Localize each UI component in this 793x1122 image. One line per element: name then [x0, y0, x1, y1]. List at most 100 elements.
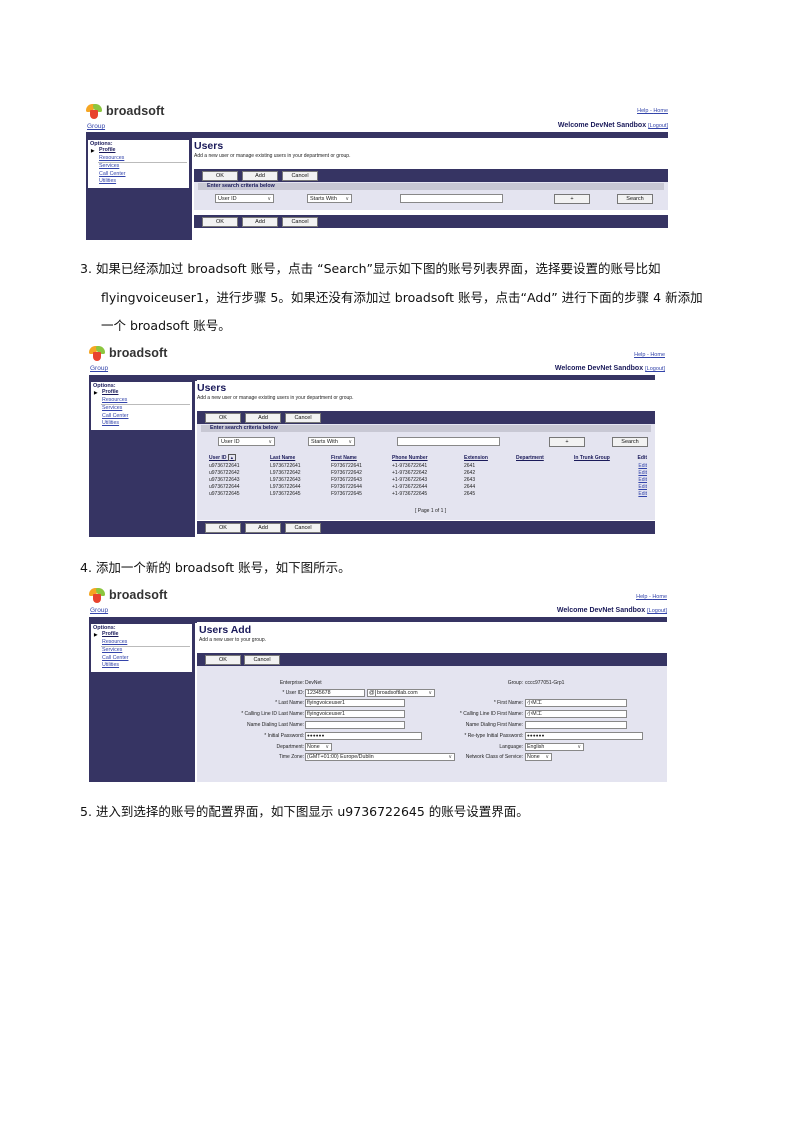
group-link[interactable]: Group	[90, 607, 108, 614]
user-add-form: Enterprise: DevNet Group: cccc977051-Grp…	[197, 666, 667, 782]
enterprise-label: Enterprise:	[279, 680, 304, 686]
help-link[interactable]: Help	[636, 594, 647, 600]
help-link[interactable]: Help	[637, 108, 648, 114]
cancel-button[interactable]: Cancel	[282, 171, 318, 181]
edit-link[interactable]: Edit	[629, 469, 647, 476]
add-button[interactable]: Add	[245, 523, 281, 533]
option-profile[interactable]: Profile	[93, 389, 190, 397]
option-services[interactable]: Services	[90, 163, 187, 171]
column-first-name[interactable]: First Name	[331, 454, 392, 462]
option-profile[interactable]: Profile	[90, 147, 187, 155]
option-resources[interactable]: Resources	[93, 639, 190, 647]
column-in-trunk-group[interactable]: In Trunk Group	[574, 454, 629, 462]
option-services[interactable]: Services	[93, 405, 190, 413]
home-link[interactable]: Home	[650, 352, 665, 358]
options-panel: Options: Profile Resources Services Call…	[90, 623, 193, 673]
user-id-input[interactable]: 12345678	[305, 689, 365, 697]
option-call-center[interactable]: Call Center	[93, 655, 190, 663]
first-name-input[interactable]: 小M工	[525, 699, 627, 707]
edit-link[interactable]: Edit	[629, 476, 647, 483]
table-row: u9736722644 L9736722644 F9736722644 +1-9736…	[209, 484, 647, 491]
column-extension[interactable]: Extension	[464, 454, 516, 462]
ok-button[interactable]: OK	[205, 413, 241, 423]
group-link[interactable]: Group	[90, 365, 108, 372]
cl-last-name-label: * Calling Line ID Last Name:	[241, 711, 304, 717]
search-button[interactable]: Search	[612, 437, 648, 447]
cl-first-name-input[interactable]: 小M工	[525, 710, 627, 718]
cancel-button[interactable]: Cancel	[244, 655, 280, 665]
welcome-text: Welcome DevNet Sandbox [Logout]	[557, 122, 668, 129]
search-input[interactable]	[397, 437, 500, 446]
option-call-center[interactable]: Call Center	[93, 413, 190, 421]
password-input[interactable]: ●●●●●●	[305, 732, 422, 740]
ok-button[interactable]: OK	[202, 217, 238, 227]
timezone-label: Time Zone:	[278, 754, 304, 760]
search-button[interactable]: Search	[617, 194, 653, 204]
users-screen-list: broadsoft Help - Home Group Welcome DevN…	[89, 345, 667, 539]
password-label: * Initial Password:	[264, 733, 304, 739]
edit-link[interactable]: Edit	[629, 484, 647, 491]
search-panel: Enter search criteria below User ID ∨ Sta…	[197, 424, 655, 520]
domain-select[interactable]: broadsoftlab.com ∨	[375, 689, 435, 697]
search-input[interactable]	[400, 194, 503, 203]
edit-link[interactable]: Edit	[629, 491, 647, 498]
option-utilities[interactable]: Utilities	[90, 178, 187, 186]
column-last-name[interactable]: Last Name	[270, 454, 331, 462]
add-button[interactable]: Add	[245, 413, 281, 423]
search-field-select[interactable]: User ID ∨	[215, 194, 274, 203]
ncos-select[interactable]: None ∨	[525, 753, 552, 761]
option-resources[interactable]: Resources	[90, 155, 187, 163]
button-bar-bottom: OK Add Cancel	[194, 215, 668, 228]
page-subtitle: Add a new user or manage existing users …	[197, 395, 354, 401]
broadsoft-logo-icon	[89, 345, 105, 361]
first-name-label: * First Name:	[493, 700, 523, 706]
column-user-id[interactable]: User ID ▲	[209, 454, 270, 462]
page-title: Users	[197, 382, 227, 394]
add-button[interactable]: Add	[242, 217, 278, 227]
option-utilities[interactable]: Utilities	[93, 420, 190, 428]
nd-first-name-input[interactable]	[525, 721, 627, 729]
home-link[interactable]: Home	[652, 594, 667, 600]
home-link[interactable]: Home	[653, 108, 668, 114]
chevron-down-icon: ∨	[267, 196, 271, 202]
option-profile[interactable]: Profile	[93, 631, 190, 639]
cancel-button[interactable]: Cancel	[285, 413, 321, 423]
ok-button[interactable]: OK	[202, 171, 238, 181]
broadsoft-logo: broadsoft	[86, 103, 165, 119]
logout-link[interactable]: [Logout]	[647, 608, 667, 614]
logout-link[interactable]: [Logout]	[648, 123, 668, 129]
add-criteria-button[interactable]: +	[554, 194, 590, 204]
ok-button[interactable]: OK	[205, 523, 241, 533]
button-bar-top: OK Add Cancel	[197, 411, 655, 424]
sidebar: Options: Profile Resources Services Call…	[86, 138, 192, 240]
add-button[interactable]: Add	[242, 171, 278, 181]
option-utilities[interactable]: Utilities	[93, 662, 190, 670]
add-criteria-button[interactable]: +	[549, 437, 585, 447]
cancel-button[interactable]: Cancel	[282, 217, 318, 227]
help-link[interactable]: Help	[634, 352, 645, 358]
option-services[interactable]: Services	[93, 647, 190, 655]
option-call-center[interactable]: Call Center	[90, 171, 187, 179]
timezone-select[interactable]: (GMT+01:00) Europe/Dublin ∨	[305, 753, 455, 761]
search-mode-select[interactable]: Starts With ∨	[308, 437, 355, 446]
cancel-button[interactable]: Cancel	[285, 523, 321, 533]
top-links: Help - Home	[636, 594, 667, 600]
broadsoft-logo-icon	[89, 587, 105, 603]
nd-last-name-input[interactable]	[305, 721, 405, 729]
column-phone-number[interactable]: Phone Number	[392, 454, 464, 462]
logout-link[interactable]: [Logout]	[645, 366, 665, 372]
department-select[interactable]: None ∨	[305, 743, 332, 751]
search-field-select[interactable]: User ID ∨	[218, 437, 275, 446]
group-link[interactable]: Group	[87, 123, 105, 130]
criteria-header: Enter search criteria below	[201, 425, 651, 432]
top-links: Help - Home	[634, 352, 665, 358]
cl-last-name-input[interactable]: flyingvoiceuser1	[305, 710, 405, 718]
retype-password-input[interactable]: ●●●●●●	[525, 732, 643, 740]
option-resources[interactable]: Resources	[93, 397, 190, 405]
edit-link[interactable]: Edit	[629, 462, 647, 469]
last-name-input[interactable]: flyingvoiceuser1	[305, 699, 405, 707]
search-mode-select[interactable]: Starts With ∨	[307, 194, 352, 203]
column-department[interactable]: Department	[516, 454, 574, 462]
ok-button[interactable]: OK	[205, 655, 241, 665]
language-select[interactable]: English ∨	[525, 743, 584, 751]
